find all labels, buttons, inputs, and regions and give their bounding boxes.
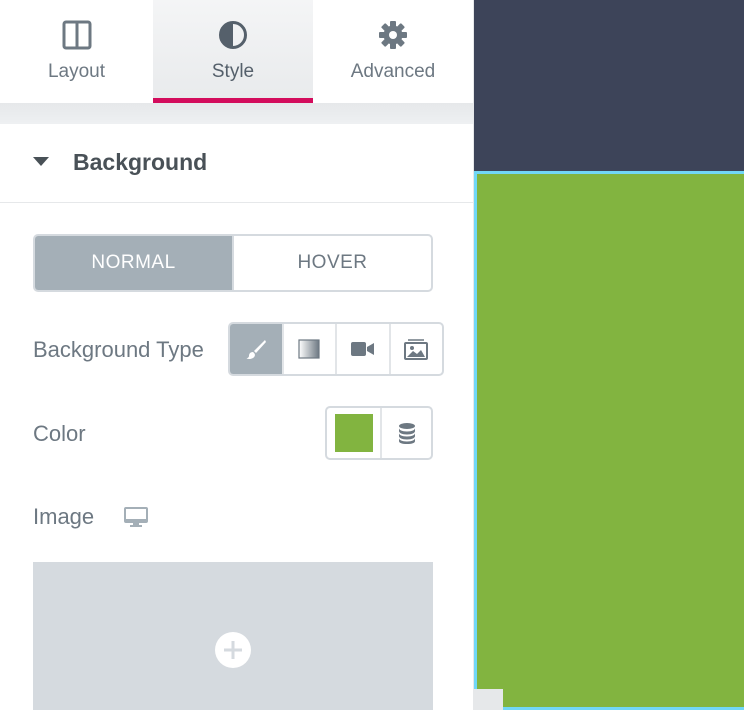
color-swatch (334, 414, 373, 452)
background-type-control (228, 322, 444, 376)
editor-panel: Layout Style Advanced Background NORMAL … (0, 0, 473, 710)
paint-brush-icon (246, 340, 266, 359)
columns-icon (62, 20, 91, 50)
normal-tab[interactable]: NORMAL (35, 236, 232, 290)
tab-label: Style (211, 61, 255, 82)
background-type-slideshow[interactable] (388, 324, 443, 374)
caret-down-icon (33, 157, 49, 166)
color-label: Color (33, 421, 86, 446)
color-picker[interactable] (327, 408, 382, 458)
background-type-video[interactable] (335, 324, 389, 374)
plus-circle-icon (215, 632, 251, 668)
tab-advanced[interactable]: Advanced (313, 0, 473, 103)
selected-section-preview[interactable] (474, 171, 744, 710)
background-type-label: Background Type (33, 337, 204, 362)
half-circle-icon (219, 21, 247, 49)
tab-label: Advanced (350, 61, 436, 82)
gradient-icon (298, 339, 320, 359)
background-type-gradient[interactable] (281, 324, 336, 374)
section-handle[interactable] (474, 689, 503, 710)
video-icon (350, 342, 374, 356)
gear-icon (379, 21, 407, 49)
canvas-top-section[interactable] (474, 0, 744, 171)
slideshow-icon (404, 339, 429, 360)
image-upload-dropzone[interactable] (33, 562, 433, 710)
section-title: Background (73, 149, 208, 175)
panel-tabs: Layout Style Advanced (0, 0, 473, 103)
tab-style[interactable]: Style (153, 0, 313, 103)
tab-label: Layout (47, 61, 106, 82)
desktop-icon[interactable] (124, 505, 148, 529)
tabs-divider (0, 103, 473, 124)
editor-canvas (474, 0, 744, 710)
dynamic-tags-button[interactable] (382, 408, 431, 458)
color-control (325, 406, 433, 460)
image-label: Image (33, 504, 95, 529)
background-type-classic[interactable] (230, 324, 282, 374)
state-toggle: NORMAL HOVER (33, 234, 433, 292)
tab-layout[interactable]: Layout (0, 0, 153, 103)
hover-tab[interactable]: HOVER (232, 236, 431, 290)
background-section-header[interactable]: Background (0, 124, 473, 203)
database-icon (398, 423, 415, 444)
